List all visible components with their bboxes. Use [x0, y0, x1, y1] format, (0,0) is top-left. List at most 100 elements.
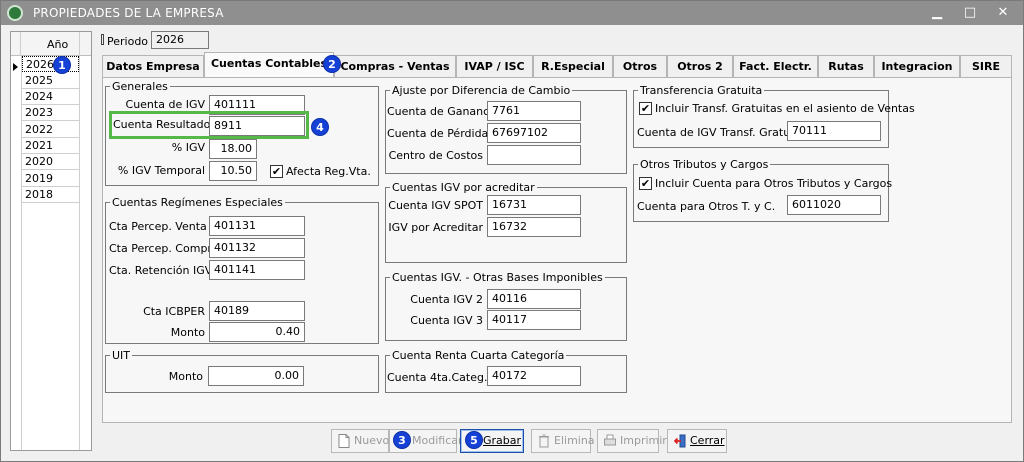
renta-cuarta-field[interactable]: 40172 — [487, 366, 581, 386]
tab-compras-ventas[interactable]: Compras - Ventas — [334, 55, 456, 77]
nuevo-button[interactable]: Nuevo — [331, 429, 389, 453]
ganancia-field[interactable]: 7761 — [487, 101, 581, 121]
generales-legend: Generales — [112, 80, 168, 93]
tab-ivap-isc[interactable]: IVAP / ISC — [456, 55, 533, 77]
renta-cuarta-label: Cuenta 4ta.Categ.: — [387, 371, 492, 384]
callout-3: 3 — [393, 431, 411, 449]
tab-fact-electr[interactable]: Fact. Electr. — [733, 55, 818, 77]
transferencia-legend: Transferencia Gratuita — [640, 84, 763, 97]
periodo-marker — [101, 34, 104, 45]
elimina-label: Elimina — [554, 434, 595, 447]
igv2-field[interactable]: 40116 — [487, 289, 581, 309]
igv-acreditar-label: IGV por Acreditar — [388, 221, 483, 234]
otros-tributos-legend: Otros Tributos y Cargos — [640, 158, 769, 171]
ajuste-legend: Ajuste por Diferencia de Cambio — [392, 84, 571, 97]
uit-monto-label: Monto — [168, 370, 203, 383]
tab-integracion[interactable]: Integracion — [874, 55, 960, 77]
printer-icon — [604, 434, 616, 446]
callout-2: 2 — [323, 55, 341, 73]
spot-label: Cuenta IGV SPOT — [388, 199, 483, 212]
tab-cuentas-contables[interactable]: Cuentas Contables — [204, 52, 334, 78]
highlight-box — [109, 111, 309, 139]
year-row-2022[interactable]: 2022 — [22, 122, 79, 138]
new-document-icon — [338, 434, 350, 448]
grabar-label: Grabar — [483, 434, 522, 447]
uit-legend: UIT — [112, 349, 131, 362]
tab-otros[interactable]: Otros — [613, 55, 667, 77]
tab-r-especial[interactable]: R.Especial — [533, 55, 613, 77]
pct-igv-temporal-field[interactable]: 10.50 — [209, 161, 257, 181]
year-row-2023[interactable]: 2023 — [22, 105, 79, 121]
igv-acreditar-legend: Cuentas IGV por acreditar — [392, 181, 535, 194]
tab-rutas[interactable]: Rutas — [818, 55, 874, 77]
tab-otros-2[interactable]: Otros 2 — [667, 55, 733, 77]
afecta-label: Afecta Reg.Vta. — [286, 165, 371, 178]
imprimir-button[interactable]: Imprimir — [597, 429, 667, 453]
transferencia-cuenta-label: Cuenta de IGV Transf. Gratuita — [637, 126, 805, 139]
icbper-field[interactable]: 40189 — [209, 301, 305, 321]
elimina-button[interactable]: Elimina — [531, 429, 595, 453]
modificar-label: Modificar — [412, 434, 463, 447]
percep-venta-label: Cta Percep. Venta — [109, 220, 207, 233]
pct-igv-field[interactable]: 18.00 — [209, 139, 257, 159]
monto-field[interactable]: 0.40 — [209, 322, 305, 342]
year-row-2024[interactable]: 2024 — [22, 89, 79, 105]
imprimir-label: Imprimir — [620, 434, 667, 447]
igv2-label: Cuenta IGV 2 — [410, 293, 483, 306]
callout-4: 4 — [311, 118, 329, 136]
properties-window: PROPIEDADES DE LA EMPRESA ▁ □ ✕ Año 2026… — [0, 0, 1024, 462]
percep-compra-label: Cta Percep. Compra — [109, 242, 219, 255]
year-grid: Año 2026 2025 2024 2023 2022 2021 2020 2… — [10, 31, 92, 451]
year-row-2025[interactable]: 2025 — [22, 73, 79, 89]
regimenes-legend: Cuentas Regímenes Especiales — [112, 196, 283, 209]
otros-tributos-cuenta-field[interactable]: 6011020 — [787, 195, 881, 215]
otros-tributos-cuenta-label: Cuenta para Otros T. y C. — [637, 200, 776, 213]
year-row-2018[interactable]: 2018 — [22, 187, 79, 203]
percep-venta-field[interactable]: 401131 — [209, 216, 305, 236]
spot-field[interactable]: 16731 — [487, 195, 581, 215]
current-row-indicator-icon — [13, 63, 18, 71]
callout-5: 5 — [465, 431, 483, 449]
cerrar-button[interactable]: Cerrar — [667, 429, 727, 453]
afecta-checkbox[interactable]: ✔ — [270, 165, 283, 178]
igv-acreditar-field[interactable]: 16732 — [487, 217, 581, 237]
costos-label: Centro de Costos — [388, 149, 483, 162]
igv3-field[interactable]: 40117 — [487, 310, 581, 330]
transferencia-checkbox[interactable]: ✔ — [639, 102, 652, 115]
monto-label: Monto — [170, 326, 205, 339]
year-column-header: Año — [47, 38, 69, 51]
igv3-label: Cuenta IGV 3 — [410, 314, 483, 327]
nuevo-label: Nuevo — [354, 434, 390, 447]
renta-cuarta-legend: Cuenta Renta Cuarta Categoría — [392, 349, 565, 362]
percep-compra-field[interactable]: 401132 — [209, 238, 305, 258]
exit-icon — [674, 434, 686, 448]
perdida-label: Cuenta de Pérdida — [387, 127, 489, 140]
retencion-field[interactable]: 401141 — [209, 260, 305, 280]
year-row-2021[interactable]: 2021 — [22, 138, 79, 154]
costos-field[interactable] — [487, 145, 581, 165]
periodo-label: Periodo — [107, 35, 149, 48]
cuenta-igv-label: Cuenta de IGV — [125, 98, 205, 111]
tab-datos-empresa[interactable]: Datos Empresa — [102, 55, 204, 77]
transferencia-check-label: Incluir Transf. Gratuitas en el asiento … — [655, 102, 915, 115]
maximize-button[interactable]: □ — [956, 3, 984, 23]
pct-igv-temporal-label: % IGV Temporal — [117, 164, 205, 177]
year-row-2020[interactable]: 2020 — [22, 154, 79, 170]
retencion-label: Cta. Retención IGV — [109, 264, 213, 277]
transferencia-cuenta-field[interactable]: 70111 — [787, 121, 881, 141]
year-row-2019[interactable]: 2019 — [22, 171, 79, 187]
trash-icon — [539, 434, 549, 448]
otros-tributos-checkbox[interactable]: ✔ — [639, 177, 652, 190]
cerrar-label: Cerrar — [690, 434, 725, 447]
close-window-button[interactable]: ✕ — [989, 3, 1017, 23]
minimize-button[interactable]: ▁ — [923, 3, 951, 23]
window-title: PROPIEDADES DE LA EMPRESA — [33, 6, 224, 20]
otras-bases-legend: Cuentas IGV. - Otras Bases Imponibles — [392, 271, 603, 284]
icbper-label: Cta ICBPER — [143, 305, 205, 318]
ganancia-label: Cuenta de Ganancia — [387, 105, 499, 118]
uit-monto-field[interactable]: 0.00 — [208, 366, 304, 386]
callout-1: 1 — [53, 56, 71, 74]
perdida-field[interactable]: 67697102 — [487, 123, 581, 143]
title-bar: PROPIEDADES DE LA EMPRESA ▁ □ ✕ — [1, 1, 1023, 25]
tab-sire[interactable]: SIRE — [960, 55, 1012, 77]
